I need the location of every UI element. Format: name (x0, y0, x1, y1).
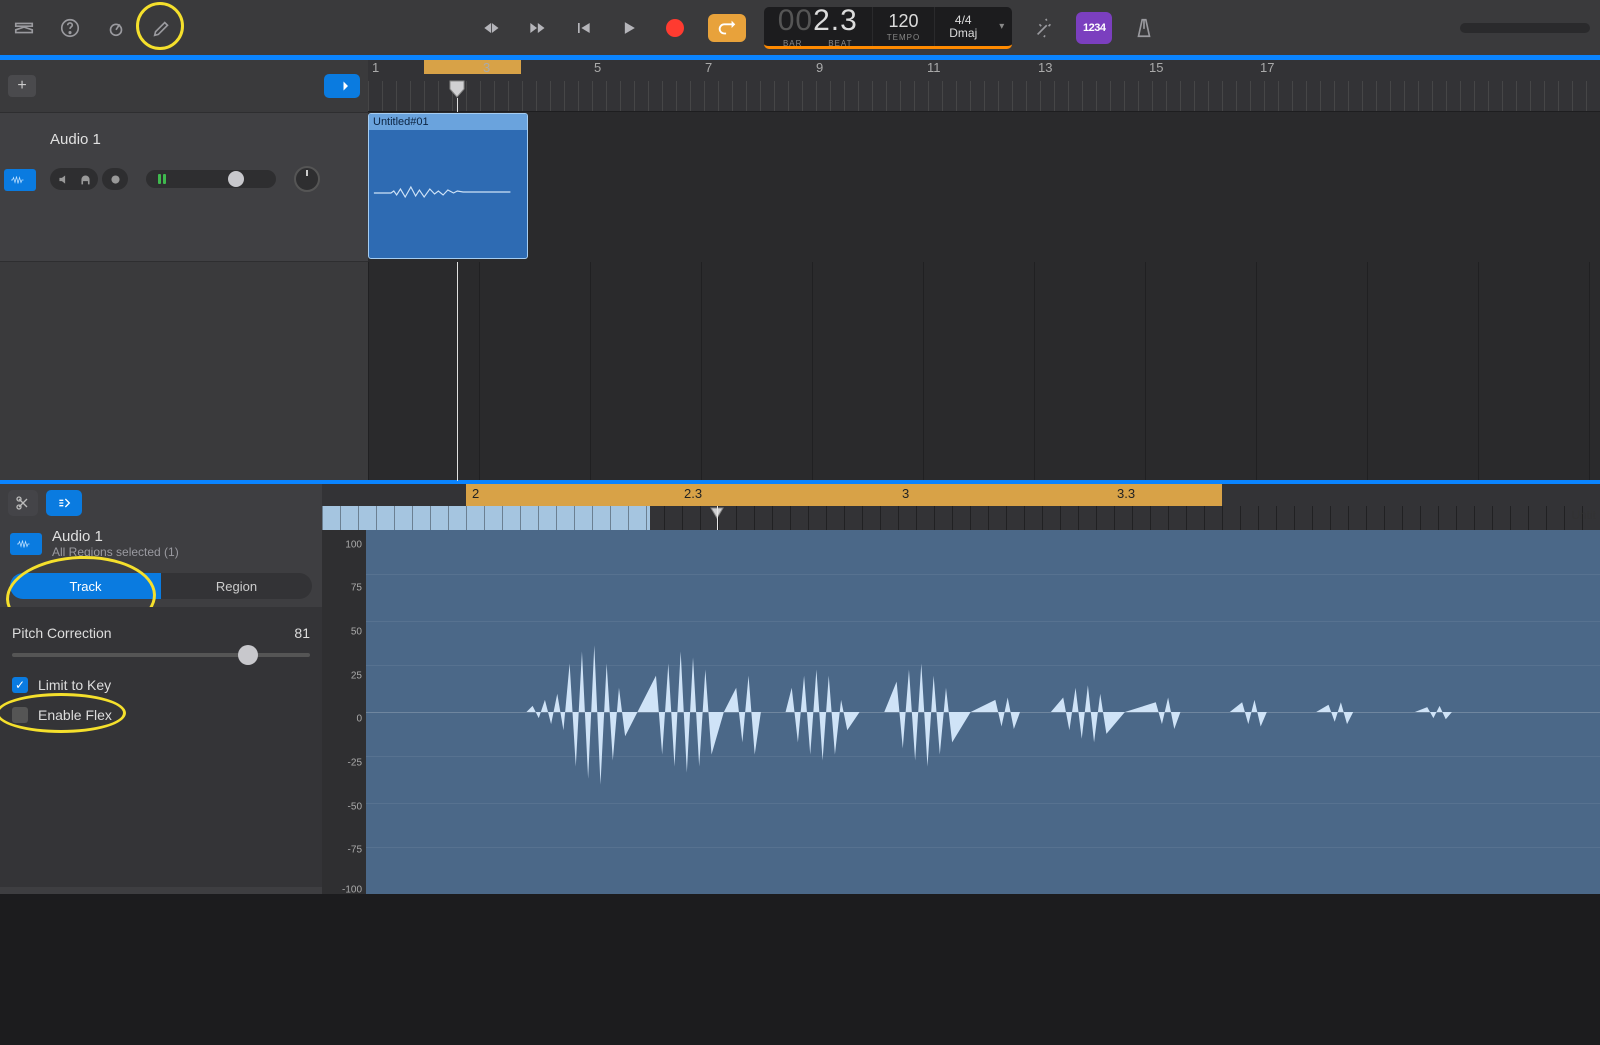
pitch-correction-slider[interactable] (12, 653, 310, 657)
region-title: Untitled#01 (369, 114, 527, 130)
bar-ruler[interactable]: 1 3 5 7 9 11 13 15 17 (368, 60, 1600, 112)
editor-track-icon (10, 533, 42, 555)
record-button[interactable] (662, 15, 688, 41)
bar-number: 5 (594, 60, 601, 75)
editor-track-sub: All Regions selected (1) (52, 545, 179, 559)
track-region-tabs[interactable]: Track Region (10, 573, 312, 599)
playhead-marker[interactable] (449, 80, 465, 98)
track-header[interactable]: Audio 1 (0, 112, 368, 262)
enable-flex-label: Enable Flex (38, 707, 112, 723)
editor-waveform-canvas[interactable] (366, 530, 1600, 894)
bar-number: 17 (1260, 60, 1274, 75)
editor-icon[interactable] (148, 14, 176, 42)
lcd-tempo: 120 (889, 12, 919, 30)
audio-editor[interactable]: 2 2.3 3 3.3 Untit 100 75 50 25 0 -25 -50… (322, 484, 1600, 894)
inspector-panel: Audio 1 All Regions selected (1) Track R… (0, 484, 322, 894)
editor-region-tag: Untit (1571, 508, 1596, 522)
editor-ruler[interactable]: 2 2.3 3 3.3 Untit (322, 484, 1600, 530)
countin-button[interactable]: 1234 (1076, 12, 1112, 44)
fast-forward-button[interactable] (524, 15, 550, 41)
region-waveform (372, 183, 524, 203)
lcd-dropdown-icon[interactable]: ▾ (991, 21, 1012, 32)
bar-number: 1 (372, 60, 379, 75)
mute-icon[interactable] (56, 172, 70, 186)
tab-region[interactable]: Region (161, 573, 312, 599)
cycle-button[interactable] (708, 14, 746, 42)
metronome-icon[interactable] (1130, 14, 1158, 42)
bar-number: 13 (1038, 60, 1052, 75)
rewind-button[interactable] (478, 15, 504, 41)
cycle-region[interactable] (424, 60, 521, 74)
editor-bar-number: 3.3 (1117, 486, 1135, 501)
help-icon[interactable] (56, 14, 84, 42)
volume-slider[interactable] (146, 170, 276, 188)
pan-knob[interactable] (294, 166, 320, 192)
bar-number: 3 (483, 60, 490, 75)
catch-playhead-editor-button[interactable] (46, 490, 82, 516)
bar-number: 7 (705, 60, 712, 75)
top-toolbar: 002.3 BAR BEAT 120 TEMPO 4/4 Dmaj ▾ 1234 (0, 0, 1600, 55)
editor-bar-number: 2 (472, 486, 479, 501)
editor-pane: Audio 1 All Regions selected (1) Track R… (0, 484, 1600, 894)
bar-number: 15 (1149, 60, 1163, 75)
track-type-icon (4, 169, 36, 191)
lcd-bar-pad: 00 (778, 7, 813, 38)
editor-y-axis: 100 75 50 25 0 -25 -50 -75 -100 (322, 530, 366, 894)
wand-icon[interactable] (1030, 14, 1058, 42)
track-name: Audio 1 (50, 131, 356, 148)
editor-bar-number: 3 (902, 486, 909, 501)
catch-playhead-button[interactable] (324, 74, 360, 98)
master-meter (1460, 23, 1590, 33)
tuner-icon[interactable] (102, 14, 130, 42)
play-button[interactable] (616, 15, 642, 41)
enable-flex-checkbox[interactable] (12, 707, 28, 723)
transport-controls (478, 14, 746, 42)
library-icon[interactable] (10, 14, 38, 42)
limit-to-key-checkbox[interactable]: ✓ (12, 677, 28, 693)
bar-number: 9 (816, 60, 823, 75)
tab-track[interactable]: Track (10, 573, 161, 599)
lcd-key: Dmaj (949, 27, 977, 40)
track-headers: + Audio 1 (0, 60, 368, 480)
editor-waveform (366, 530, 1600, 894)
editor-track-title: Audio 1 (52, 528, 179, 545)
pitch-correction-label: Pitch Correction (12, 625, 112, 641)
go-to-start-button[interactable] (570, 15, 596, 41)
limit-to-key-label: Limit to Key (38, 677, 111, 693)
lcd-bar-value: 2.3 (813, 7, 858, 38)
add-track-button[interactable]: + (8, 75, 36, 97)
track-lane[interactable]: Untitled#01 (368, 112, 1600, 262)
tracks-pane: + Audio 1 (0, 60, 1600, 480)
scissors-icon[interactable] (8, 490, 38, 516)
arrange-timeline[interactable]: 1 3 5 7 9 11 13 15 17 Untitled#01 (368, 60, 1600, 480)
editor-bar-number: 2.3 (684, 486, 702, 501)
lcd-display[interactable]: 002.3 BAR BEAT 120 TEMPO 4/4 Dmaj ▾ (764, 7, 1013, 49)
pitch-correction-value: 81 (294, 625, 310, 641)
headphones-icon[interactable] (78, 172, 92, 186)
input-monitor-icon[interactable] (108, 172, 122, 186)
bar-number: 11 (927, 60, 941, 75)
audio-region[interactable]: Untitled#01 (368, 113, 528, 259)
editor-cycle-region[interactable] (466, 484, 1222, 506)
